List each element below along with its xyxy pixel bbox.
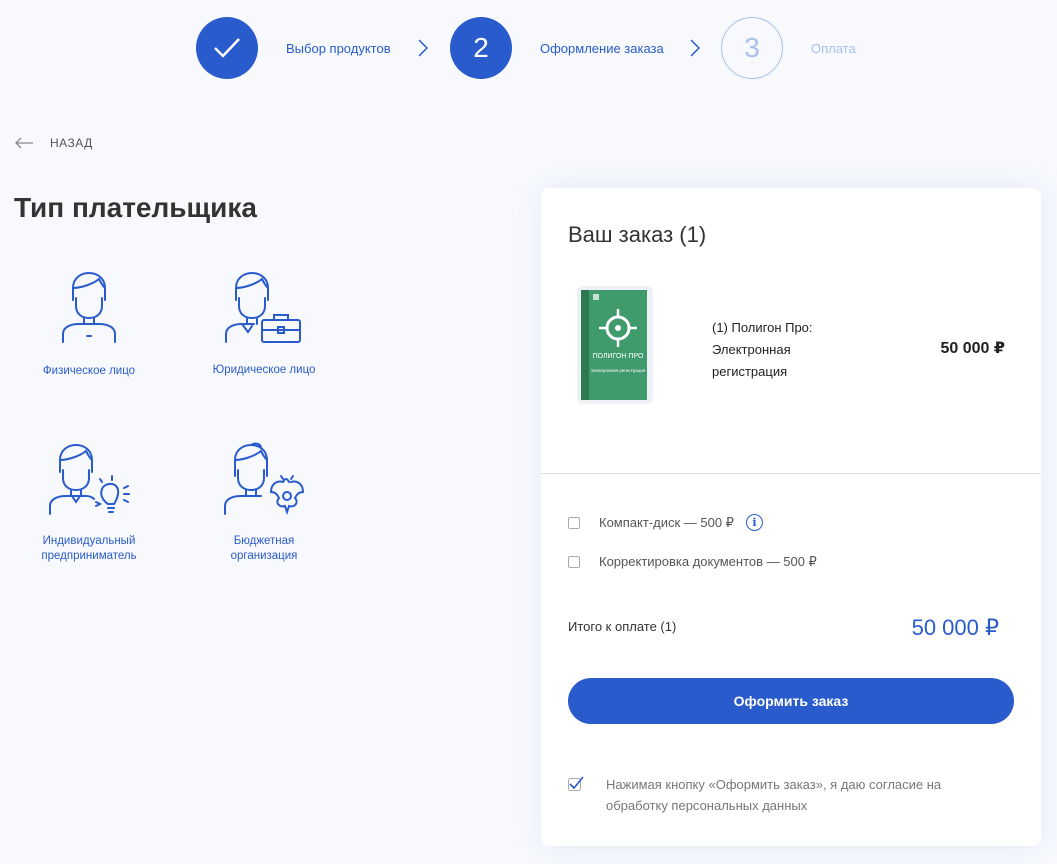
consent-checkbox-checked[interactable] — [568, 776, 584, 792]
option-document-correction[interactable]: Корректировка документов — 500 ₽ — [568, 554, 817, 570]
info-icon[interactable]: i — [745, 514, 763, 531]
place-order-button[interactable]: Оформить заказ — [568, 678, 1014, 724]
arrow-left-icon — [15, 137, 33, 149]
consent-checkbox-row[interactable]: Нажимая кнопку «Оформить заказ», я даю с… — [568, 774, 966, 816]
payer-type-entrepreneur[interactable]: Индивидуальный предприниматель — [24, 442, 154, 564]
option-compact-disc[interactable]: Компакт-диск — 500 ₽ i — [568, 514, 763, 531]
consent-text: Нажимая кнопку «Оформить заказ», я даю с… — [606, 777, 942, 813]
person-icon — [62, 271, 116, 343]
back-label: НАЗАД — [50, 136, 93, 150]
step-3-number: 3 — [744, 32, 760, 63]
person-emblem-icon — [224, 442, 305, 516]
payer-type-budget-organization[interactable]: Бюджетная организация — [199, 442, 329, 564]
step-1-done[interactable] — [196, 17, 258, 79]
option-checkbox[interactable] — [568, 556, 580, 568]
page-title: Тип плательщика — [14, 192, 257, 223]
product-box-image: ПОЛИГОН ПРО Электронная регистрация — [577, 286, 653, 404]
option-label: Компакт-диск — 500 ₽ — [599, 514, 734, 530]
payer-type-label: Индивидуальный предприниматель — [41, 535, 137, 562]
step-2-active[interactable]: 2 — [450, 17, 512, 79]
chevron-right-icon — [690, 39, 701, 57]
total-label: Итого к оплате (1) — [568, 619, 677, 634]
product-name: (1) Полигон Про: Электронная регистрация — [712, 320, 813, 379]
option-checkbox[interactable] — [568, 516, 580, 529]
payer-type-legal-entity[interactable]: Юридическое лицо — [199, 270, 329, 378]
person-lightbulb-icon — [49, 443, 130, 515]
divider — [541, 473, 1041, 474]
product-box-subtext: Электронная регистрация — [591, 368, 646, 373]
order-summary-card: Ваш заказ (1) ПОЛИГОН ПРО Электронная ре… — [541, 188, 1041, 846]
option-label: Корректировка документов — 500 ₽ — [599, 554, 817, 569]
step-2-number: 2 — [473, 32, 489, 63]
back-link[interactable]: НАЗАД — [14, 136, 93, 150]
payer-type-label: Физическое лицо — [42, 365, 136, 377]
step-3-pending: 3 — [721, 17, 783, 79]
total-value: 50 000 ₽ — [911, 615, 999, 640]
checkmark-icon — [214, 38, 240, 58]
order-title: Ваш заказ (1) — [568, 222, 707, 247]
person-briefcase-icon — [225, 271, 301, 343]
payer-type-label: Бюджетная организация — [230, 535, 298, 562]
payer-type-label: Юридическое лицо — [212, 364, 316, 376]
step-2-label[interactable]: Оформление заказа — [540, 41, 664, 56]
product-price: 50 000 ₽ — [940, 340, 1005, 357]
payer-type-individual[interactable]: Физическое лицо — [24, 270, 154, 379]
step-1-label[interactable]: Выбор продуктов — [286, 41, 391, 56]
step-3-label: Оплата — [811, 41, 856, 56]
product-box-text: ПОЛИГОН ПРО — [593, 353, 644, 360]
chevron-right-icon — [418, 39, 429, 57]
